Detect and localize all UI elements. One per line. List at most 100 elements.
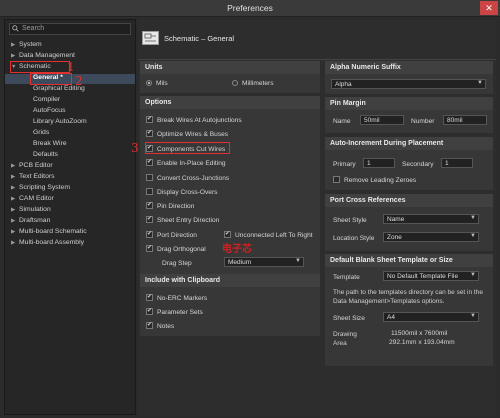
checkbox-checked-icon[interactable] <box>146 230 153 238</box>
tree-item-autofocus[interactable]: AutoFocus <box>33 107 66 117</box>
drawing-area-mil: 11500mil x 7600mil <box>391 330 448 337</box>
template-dropdown[interactable]: No Default Template File ▼ <box>383 271 479 281</box>
clipboard-notes[interactable]: Notes <box>146 321 174 330</box>
option-unconnected-left-to-right[interactable]: Unconnected Left To Right <box>224 230 313 239</box>
tree-item-draftsman[interactable]: ▶ Draftsman <box>11 217 50 227</box>
checkbox-checked-icon[interactable] <box>146 321 153 329</box>
section-title: Port Cross References <box>325 194 493 207</box>
clipboard-parameter-sets[interactable]: Parameter Sets <box>146 307 203 316</box>
primary-increment-input[interactable]: 1 <box>363 158 395 168</box>
expand-arrow-icon[interactable]: ▶ <box>11 240 19 246</box>
expand-arrow-icon[interactable]: ▶ <box>11 218 19 224</box>
section-title: Options <box>140 96 320 109</box>
expand-arrow-icon[interactable]: ▶ <box>11 207 19 213</box>
checkbox-checked-icon[interactable] <box>146 115 153 123</box>
secondary-increment-input[interactable]: 1 <box>441 158 473 168</box>
tree-item-multiboard-assembly[interactable]: ▶ Multi-board Assembly <box>11 239 84 249</box>
tree-item-compiler[interactable]: Compiler <box>33 96 60 106</box>
expand-arrow-icon[interactable]: ▶ <box>11 53 19 59</box>
section-title: Default Blank Sheet Template or Size <box>325 254 493 267</box>
drawing-area-label: Drawing Area <box>333 331 357 347</box>
option-drag-orthogonal[interactable]: Drag Orthogonal <box>146 244 206 253</box>
settings-panel: Schematic – General Units Mils Millimete… <box>138 19 496 415</box>
expand-arrow-icon[interactable]: ▶ <box>11 174 19 180</box>
secondary-label: Secondary <box>402 161 434 168</box>
navigation-panel: Search ▶ System ▶ Data Management ▼ Schemat… <box>4 19 136 415</box>
tree-item-multiboard-schematic[interactable]: ▶ Multi-board Schematic <box>11 228 87 238</box>
expand-arrow-icon[interactable]: ▶ <box>11 185 19 191</box>
tree-item-scripting-system[interactable]: ▶ Scripting System <box>11 184 70 194</box>
checkbox-checked-icon[interactable] <box>146 244 153 252</box>
tree-item-library-autozoom[interactable]: Library AutoZoom <box>33 118 87 128</box>
option-convert-cross-junctions[interactable]: Convert Cross-Junctions <box>146 174 229 182</box>
checkbox-checked-icon[interactable] <box>146 129 153 137</box>
tree-item-text-editors[interactable]: ▶ Text Editors <box>11 173 55 183</box>
close-button[interactable]: ✕ <box>480 1 498 15</box>
schematic-document-icon <box>142 31 159 45</box>
chevron-down-icon: ▼ <box>470 313 476 319</box>
checkbox-icon[interactable] <box>146 174 153 181</box>
chevron-down-icon: ▼ <box>470 215 476 221</box>
expand-arrow-icon[interactable]: ▶ <box>11 163 19 169</box>
alpha-suffix-dropdown[interactable]: Alpha ▼ <box>331 79 486 89</box>
units-millimeters-radio[interactable]: Millimeters <box>232 80 274 87</box>
chevron-down-icon: ▼ <box>295 258 301 264</box>
checkbox-checked-icon[interactable] <box>146 307 153 315</box>
option-in-place-editing[interactable]: Enable In-Place Editing <box>146 158 226 167</box>
tree-item-break-wire[interactable]: Break Wire <box>33 140 67 150</box>
window-title: Preferences <box>227 3 273 13</box>
pin-name-label: Name <box>333 118 351 125</box>
tree-item-system[interactable]: ▶ System <box>11 41 42 51</box>
pin-number-margin-input[interactable]: 80mil <box>443 115 487 125</box>
checkbox-checked-icon[interactable] <box>146 201 153 209</box>
drawing-area-mm: 292.1mm x 193.04mm <box>389 339 455 346</box>
drag-step-label: Drag Step <box>162 260 192 267</box>
tree-item-grids[interactable]: Grids <box>33 129 49 139</box>
units-mils-radio[interactable]: Mils <box>146 80 168 87</box>
pin-number-label: Number <box>411 118 435 125</box>
radio-icon[interactable] <box>232 80 238 86</box>
tree-item-cam-editor[interactable]: ▶ CAM Editor <box>11 195 54 205</box>
option-sheet-entry-direction[interactable]: Sheet Entry Direction <box>146 215 219 224</box>
option-break-wires[interactable]: Break Wires At Autojunctions <box>146 115 242 124</box>
title-bar: Preferences ✕ <box>0 0 500 17</box>
drag-step-dropdown[interactable]: Medium ▼ <box>224 257 304 267</box>
expand-arrow-icon[interactable]: ▶ <box>11 42 19 48</box>
checkbox-checked-icon[interactable] <box>146 293 153 301</box>
sheet-size-dropdown[interactable]: A4 ▼ <box>383 312 479 322</box>
search-icon <box>12 25 19 32</box>
location-style-dropdown[interactable]: Zone ▼ <box>383 232 479 242</box>
checkbox-checked-icon[interactable] <box>146 158 153 166</box>
units-section: Units Mils Millimeters <box>140 61 320 93</box>
option-port-direction[interactable]: Port Direction <box>146 230 197 239</box>
option-optimize-wires[interactable]: Optimize Wires & Buses <box>146 129 228 138</box>
checkbox-checked-icon[interactable] <box>146 215 153 223</box>
page-title: Schematic – General <box>164 34 235 43</box>
checkbox-icon[interactable] <box>146 188 153 195</box>
tree-item-defaults[interactable]: Defaults <box>33 151 58 161</box>
expand-arrow-icon[interactable]: ▶ <box>11 229 19 235</box>
sheet-style-dropdown[interactable]: Name ▼ <box>383 214 479 224</box>
radio-selected-icon[interactable] <box>146 80 152 86</box>
pin-name-margin-input[interactable]: 50mil <box>360 115 404 125</box>
clipboard-no-erc-markers[interactable]: No-ERC Markers <box>146 293 207 302</box>
remove-leading-zeroes-checkbox[interactable]: Remove Leading Zeroes <box>333 176 416 184</box>
chevron-down-icon: ▼ <box>477 80 483 86</box>
search-input[interactable]: Search <box>22 25 44 32</box>
expand-arrow-icon[interactable]: ▶ <box>11 196 19 202</box>
section-title: Pin Margin <box>325 97 493 110</box>
tree-item-pcb-editor[interactable]: ▶ PCB Editor <box>11 162 53 172</box>
template-path-note: The path to the templates directory can … <box>333 289 483 305</box>
section-title: Include with Clipboard <box>140 274 320 287</box>
primary-label: Primary <box>333 161 356 168</box>
alpha-suffix-section: Alpha Numeric Suffix Alpha ▼ <box>325 61 493 94</box>
tree-item-simulation[interactable]: ▶ Simulation <box>11 206 51 216</box>
option-pin-direction[interactable]: Pin Direction <box>146 201 194 210</box>
search-box[interactable]: Search <box>9 23 131 35</box>
sheet-template-section: Default Blank Sheet Template or Size Tem… <box>325 254 493 366</box>
checkbox-icon[interactable] <box>333 176 340 183</box>
annotation-number-2: 2 <box>75 74 83 88</box>
option-display-cross-overs[interactable]: Display Cross-Overs <box>146 188 217 196</box>
checkbox-checked-icon[interactable] <box>224 230 231 238</box>
section-title: Units <box>140 61 320 74</box>
